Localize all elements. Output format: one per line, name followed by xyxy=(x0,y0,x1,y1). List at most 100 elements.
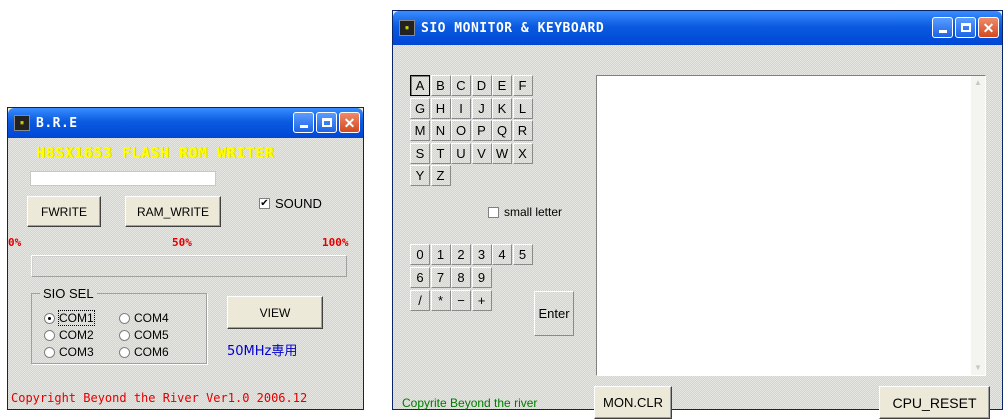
num-key-5[interactable]: 5 xyxy=(512,244,533,265)
close-icon[interactable]: ✕ xyxy=(978,17,999,38)
key-h[interactable]: H xyxy=(430,97,451,119)
key-t[interactable]: T xyxy=(430,142,451,164)
radio-off-icon xyxy=(119,329,130,341)
ram-write-button[interactable]: RAM_WRITE xyxy=(125,196,221,227)
mon-clr-button[interactable]: MON.CLR xyxy=(594,386,672,419)
key-x[interactable]: X xyxy=(512,142,533,164)
com3-label: COM3 xyxy=(59,345,94,359)
maximize-icon[interactable] xyxy=(955,17,976,38)
letter-keypad: ABCDEF GHIJKL MNOPQR STUVWX YZ xyxy=(410,75,534,211)
small-letter-checkbox[interactable]: small letter xyxy=(488,205,562,219)
key-v[interactable]: V xyxy=(471,142,492,164)
progress-bar xyxy=(31,255,347,277)
com1-label: COM1 xyxy=(58,310,95,326)
radio-com2[interactable]: COM2 xyxy=(44,328,94,342)
key-i[interactable]: I xyxy=(451,97,471,119)
num-key-8[interactable]: 8 xyxy=(451,267,471,288)
key-b[interactable]: B xyxy=(430,75,451,96)
num-key-6[interactable]: 6 xyxy=(410,267,430,288)
num-key-1[interactable]: 1 xyxy=(430,244,451,265)
radio-off-icon xyxy=(119,312,130,324)
radio-com1[interactable]: COM1 xyxy=(44,310,95,326)
key-r[interactable]: R xyxy=(512,120,533,141)
key-u[interactable]: U xyxy=(451,142,471,164)
radio-off-icon xyxy=(119,346,130,358)
key-a[interactable]: A xyxy=(410,75,430,96)
close-icon[interactable]: ✕ xyxy=(339,112,360,133)
num-key-11[interactable]: * xyxy=(430,290,451,311)
scroll-down-icon[interactable]: ▼ xyxy=(971,361,985,375)
bre-client: H8SX1653 FLASH ROM WRITER FWRITE RAM_WRI… xyxy=(8,138,363,409)
key-o[interactable]: O xyxy=(451,120,471,141)
app-chip-icon: ▦ xyxy=(399,20,415,36)
key-l[interactable]: L xyxy=(512,97,533,119)
num-key-2[interactable]: 2 xyxy=(451,244,471,265)
num-key-10[interactable]: / xyxy=(410,290,430,311)
sound-check-icon: ✔ xyxy=(259,198,270,209)
radio-on-icon xyxy=(44,312,55,324)
sio-window: ▦ SIO MONITOR & KEYBOARD ✕ ABCDEF GHIJKL M… xyxy=(392,10,1003,419)
key-m[interactable]: M xyxy=(410,120,430,141)
writer-header: H8SX1653 FLASH ROM WRITER xyxy=(36,144,275,162)
num-key-0[interactable]: 0 xyxy=(410,244,430,265)
key-w[interactable]: W xyxy=(492,142,512,164)
small-letter-check-icon xyxy=(488,206,499,218)
number-keypad: 0 1 2 3 4 5 6 7 8 9 /* − + xyxy=(410,244,534,336)
cpu-reset-button[interactable]: CPU_RESET xyxy=(879,386,990,419)
num-key-7[interactable]: 7 xyxy=(430,267,451,288)
key-g[interactable]: G xyxy=(410,97,430,119)
num-key-4[interactable]: 4 xyxy=(492,244,512,265)
key-p[interactable]: P xyxy=(471,120,492,141)
key-d[interactable]: D xyxy=(471,75,492,96)
scroll-up-icon[interactable]: ▲ xyxy=(971,76,985,90)
key-f[interactable]: F xyxy=(512,75,533,96)
key-z[interactable]: Z xyxy=(430,165,451,186)
scale-0: 0% xyxy=(8,236,22,249)
radio-off-icon xyxy=(44,346,55,358)
key-q[interactable]: Q xyxy=(492,120,512,141)
num-key-12[interactable]: − xyxy=(451,290,471,311)
footer-text: Copyrite Beyond the river xyxy=(402,396,538,410)
copyright: Copyright Beyond the River Ver1.0 2006.1… xyxy=(11,391,308,405)
sio-client: ABCDEFGHIJKLMNOPQRSTUVWXYZ small letter … xyxy=(393,45,1002,419)
sound-checkbox[interactable]: ✔ SOUND xyxy=(259,196,322,211)
key-k[interactable]: K xyxy=(492,97,512,119)
sound-label: SOUND xyxy=(275,196,322,211)
scale-50: 50% xyxy=(172,236,192,249)
num-key-9[interactable]: 9 xyxy=(471,267,492,288)
key-s[interactable]: S xyxy=(410,142,430,164)
sio-titlebar[interactable]: ▦ SIO MONITOR & KEYBOARD ✕ xyxy=(393,11,1002,45)
radio-off-icon xyxy=(44,329,55,341)
key-n[interactable]: N xyxy=(430,120,451,141)
status-field xyxy=(30,171,216,186)
sio-sel-label: SIO SEL xyxy=(43,286,94,301)
com4-label: COM4 xyxy=(134,311,169,325)
bre-titlebar[interactable]: ▦ B.R.E ✕ xyxy=(8,108,363,138)
view-button[interactable]: VIEW xyxy=(227,296,323,329)
maximize-icon[interactable] xyxy=(316,112,337,133)
radio-com5[interactable]: COM5 xyxy=(119,328,169,342)
key-y[interactable]: Y xyxy=(410,165,430,186)
scale-100: 100% xyxy=(322,236,349,249)
fwrite-button[interactable]: FWRITE xyxy=(27,196,101,227)
monitor-scrollbar[interactable]: ▲ ▼ xyxy=(971,76,985,375)
minimize-icon[interactable] xyxy=(932,17,953,38)
radio-com3[interactable]: COM3 xyxy=(44,345,94,359)
radio-com6[interactable]: COM6 xyxy=(119,345,169,359)
key-e[interactable]: E xyxy=(492,75,512,96)
small-letter-label: small letter xyxy=(504,205,563,219)
key-c[interactable]: C xyxy=(451,75,471,96)
num-key-13[interactable]: + xyxy=(471,290,492,311)
bre-window-title: B.R.E xyxy=(36,115,78,131)
com6-label: COM6 xyxy=(134,345,169,359)
enter-button[interactable]: Enter xyxy=(534,291,574,336)
minimize-icon[interactable] xyxy=(293,112,314,133)
com5-label: COM5 xyxy=(134,328,169,342)
bre-window: ▦ B.R.E ✕ H8SX1653 FLASH ROM WRITER FWRI… xyxy=(7,107,364,410)
radio-com4[interactable]: COM4 xyxy=(119,311,169,325)
num-key-3[interactable]: 3 xyxy=(471,244,492,265)
monitor-area[interactable]: ▲ ▼ xyxy=(596,75,986,376)
key-j[interactable]: J xyxy=(471,97,492,119)
sio-window-title: SIO MONITOR & KEYBOARD xyxy=(421,20,605,36)
app-chip-icon: ▦ xyxy=(14,115,30,131)
